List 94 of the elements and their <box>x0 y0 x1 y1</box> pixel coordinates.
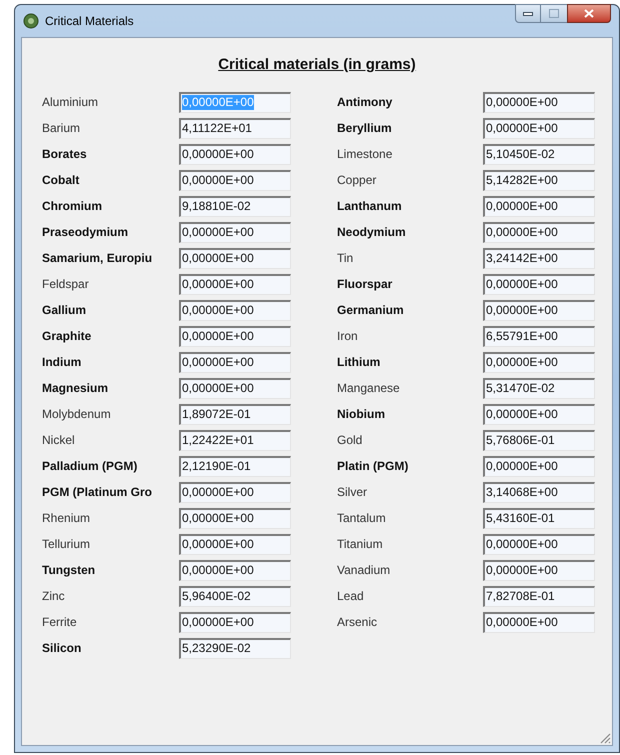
resize-grip-icon[interactable] <box>599 732 611 744</box>
value-field[interactable]: 5,14282E+00 <box>483 170 595 190</box>
value-field[interactable]: 0,00000E+00 <box>179 560 291 580</box>
material-label: Silicon <box>42 640 82 657</box>
material-label: Nickel <box>42 432 76 449</box>
material-label: Vanadium <box>337 562 392 579</box>
value-field[interactable]: 0,00000E+00 <box>483 222 595 242</box>
value-field[interactable]: 0,00000E+00 <box>483 352 595 372</box>
material-label: Barium <box>42 120 82 137</box>
material-label: Zinc <box>42 588 66 605</box>
value-field[interactable]: 0,00000E+00 <box>179 300 291 320</box>
material-label: Iron <box>337 328 359 345</box>
value-field[interactable]: 0,00000E+00 <box>179 248 291 268</box>
value-field[interactable]: 0,00000E+00 <box>483 560 595 580</box>
material-label: Gallium <box>42 302 88 319</box>
value-field[interactable]: 1,89072E-01 <box>179 404 291 424</box>
material-label: Tungsten <box>42 562 96 579</box>
value-field[interactable]: 0,00000E+00 <box>179 534 291 554</box>
material-label: Graphite <box>42 328 92 345</box>
value-field[interactable]: 0,00000E+00 <box>483 300 595 320</box>
value-field[interactable]: 0,00000E+00 <box>179 352 291 372</box>
minimize-button[interactable] <box>515 4 541 23</box>
material-label: Feldspar <box>42 276 90 293</box>
material-label: Germanium <box>337 302 405 319</box>
value-field[interactable]: 3,24142E+00 <box>483 248 595 268</box>
material-label: Tin <box>337 250 354 267</box>
material-label: Lanthanum <box>337 198 403 215</box>
value-field[interactable]: 0,00000E+00 <box>483 274 595 294</box>
material-label: Tantalum <box>337 510 387 527</box>
material-label: Neodymium <box>337 224 407 241</box>
value-field[interactable]: 0,00000E+00 <box>179 274 291 294</box>
material-label: Rhenium <box>42 510 92 527</box>
value-field[interactable]: 5,43160E-01 <box>483 508 595 528</box>
material-label: Niobium <box>337 406 386 423</box>
material-label: PGM (Platinum Gro <box>42 484 154 501</box>
value-field[interactable]: 0,00000E+00 <box>483 534 595 554</box>
minimize-icon <box>523 12 533 16</box>
value-field[interactable]: 0,00000E+00 <box>179 508 291 528</box>
maximize-icon <box>549 9 559 18</box>
value-field[interactable]: 5,96400E-02 <box>179 586 291 606</box>
material-label: Magnesium <box>42 380 110 397</box>
app-icon <box>23 13 39 29</box>
value-field[interactable]: 0,00000E+00 <box>483 404 595 424</box>
material-label: Ferrite <box>42 614 78 631</box>
material-label: Lead <box>337 588 365 605</box>
value-field[interactable]: 0,00000E+00 <box>483 118 595 138</box>
value-field[interactable]: 0,00000E+00 <box>179 326 291 346</box>
material-label: Molybdenum <box>42 406 112 423</box>
value-field[interactable]: 0,00000E+00 <box>179 222 291 242</box>
close-icon <box>584 9 594 18</box>
material-label: Copper <box>337 172 378 189</box>
material-label: Titanium <box>337 536 384 553</box>
value-field[interactable]: 7,82708E-01 <box>483 586 595 606</box>
value-field[interactable]: 9,18810E-02 <box>179 196 291 216</box>
material-label: Tellurium <box>42 536 92 553</box>
material-label: Chromium <box>42 198 103 215</box>
material-label: Antimony <box>337 94 394 111</box>
value-field[interactable]: 0,00000E+00 <box>483 92 595 112</box>
value-field[interactable]: 1,22422E+01 <box>179 430 291 450</box>
dialog-heading: Critical materials (in grams) <box>218 55 416 75</box>
material-label: Palladium (PGM) <box>42 458 138 475</box>
value-field[interactable]: 0,00000E+00 <box>483 196 595 216</box>
material-label: Borates <box>42 146 88 163</box>
value-field[interactable]: 0,00000E+00 <box>179 170 291 190</box>
material-label: Praseodymium <box>42 224 130 241</box>
value-field[interactable]: 5,23290E-02 <box>179 638 291 658</box>
material-label: Cobalt <box>42 172 80 189</box>
value-field[interactable]: 0,00000E+00 <box>179 482 291 502</box>
material-label: Fluorspar <box>337 276 394 293</box>
window-title: Critical Materials <box>45 13 134 30</box>
value-field[interactable]: 5,76806E-01 <box>483 430 595 450</box>
value-field[interactable]: 0,00000E+00 <box>483 612 595 632</box>
material-label: Indium <box>42 354 82 371</box>
value-field[interactable]: 3,14068E+00 <box>483 482 595 502</box>
material-label: Gold <box>337 432 364 449</box>
value-field[interactable]: 4,11122E+01 <box>179 118 291 138</box>
material-label: Samarium, Europiu <box>42 250 154 267</box>
material-label: Limestone <box>337 146 394 163</box>
value-field[interactable]: 0,00000E+00 <box>179 144 291 164</box>
material-label: Manganese <box>337 380 401 397</box>
value-field[interactable]: 2,12190E-01 <box>179 456 291 476</box>
material-label: Silver <box>337 484 368 501</box>
value-field[interactable]: 0,00000E+00 <box>483 456 595 476</box>
material-label: Lithium <box>337 354 382 371</box>
value-field[interactable]: 6,55791E+00 <box>483 326 595 346</box>
material-label: Platin (PGM) <box>337 458 410 475</box>
material-label: Arsenic <box>337 614 378 631</box>
value-field[interactable]: 0,00000E+00 <box>179 378 291 398</box>
material-label: Aluminium <box>42 94 100 111</box>
material-label: Beryllium <box>337 120 393 137</box>
value-field[interactable]: 5,10450E-02 <box>483 144 595 164</box>
value-field[interactable]: 0,00000E+00 <box>179 612 291 632</box>
value-field[interactable]: 5,31470E-02 <box>483 378 595 398</box>
close-button[interactable] <box>567 4 611 23</box>
